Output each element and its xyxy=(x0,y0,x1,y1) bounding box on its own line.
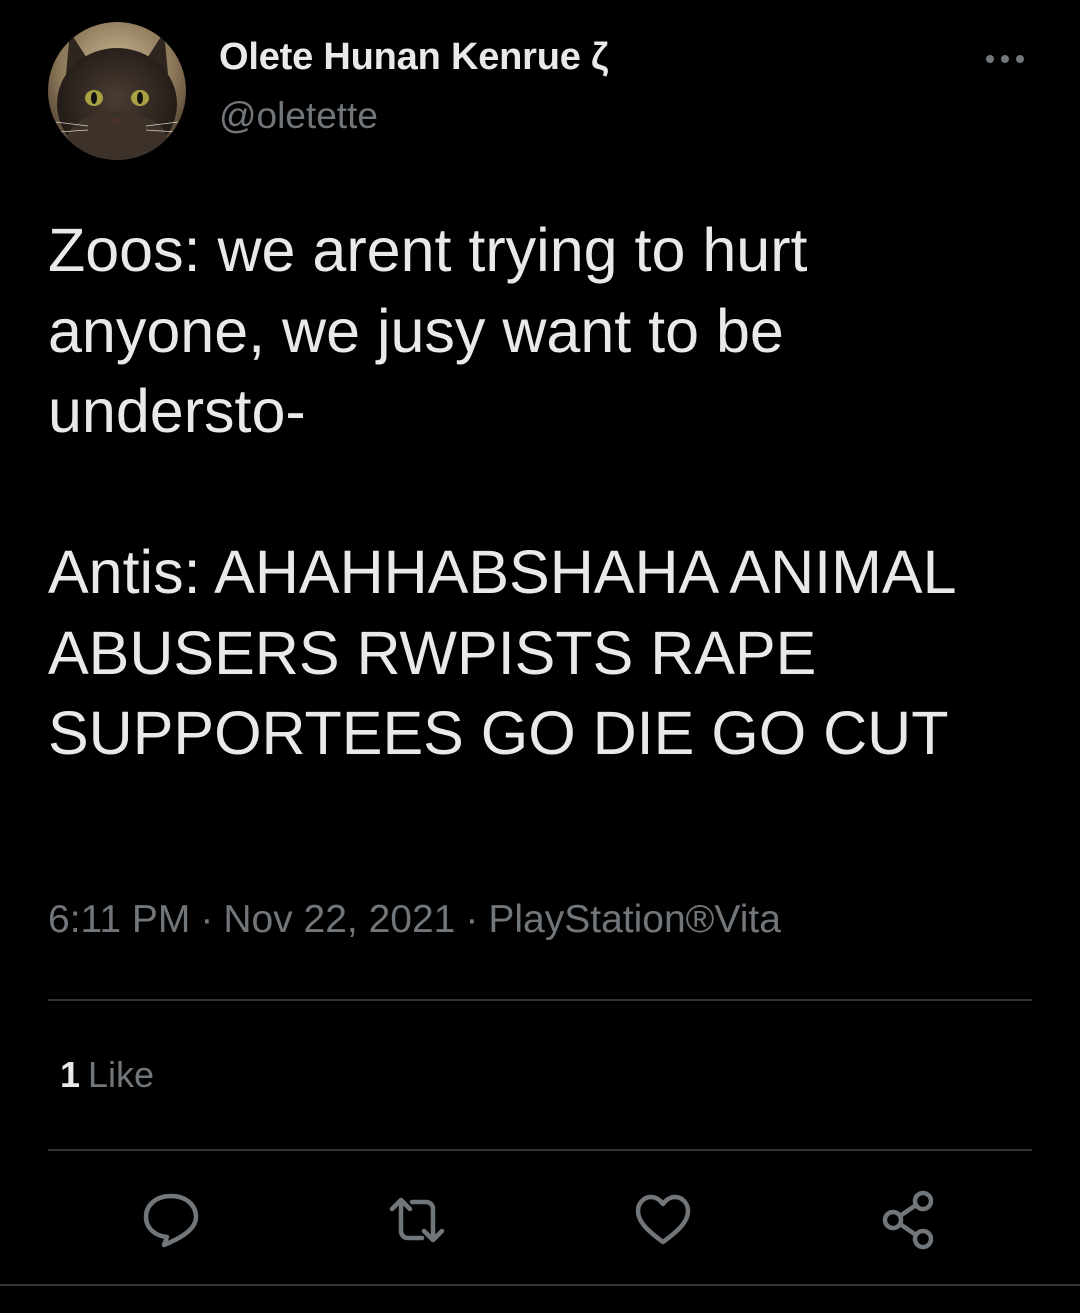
share-button[interactable] xyxy=(876,1187,942,1253)
like-button[interactable] xyxy=(630,1187,696,1253)
reply-button[interactable] xyxy=(138,1187,204,1253)
tweet-time[interactable]: 6:11 PM xyxy=(48,898,190,941)
meta-separator: · xyxy=(200,898,214,941)
tweet-source[interactable]: PlayStation®Vita xyxy=(488,898,781,941)
tweet-text: Zoos: we arent trying to hurt anyone, we… xyxy=(48,216,955,767)
likes-stat[interactable]: 1 Like xyxy=(60,1054,154,1096)
retweet-button[interactable] xyxy=(384,1187,450,1253)
heart-icon xyxy=(635,1194,691,1245)
user-handle[interactable]: @oletette xyxy=(219,95,378,137)
display-name[interactable]: Olete Hunan Kenrue ζ xyxy=(219,36,609,79)
share-icon xyxy=(882,1190,934,1250)
divider xyxy=(48,999,1032,1001)
more-icon[interactable] xyxy=(980,44,1030,74)
tweet-date[interactable]: Nov 22, 2021 xyxy=(223,898,455,941)
meta-separator: · xyxy=(465,898,479,941)
cat-avatar-icon xyxy=(48,22,186,160)
avatar[interactable] xyxy=(48,22,186,160)
likes-count: 1 xyxy=(60,1054,81,1095)
retweet-icon xyxy=(389,1197,445,1243)
divider xyxy=(48,1149,1032,1151)
reply-icon xyxy=(143,1193,199,1248)
likes-label: Like xyxy=(88,1054,155,1095)
divider xyxy=(0,1284,1080,1286)
tweet-detail: Olete Hunan Kenrue ζ @oletette Zoos: we … xyxy=(0,0,1080,1313)
tweet-metadata: 6:11 PM · Nov 22, 2021 · PlayStation®Vita xyxy=(48,898,781,942)
